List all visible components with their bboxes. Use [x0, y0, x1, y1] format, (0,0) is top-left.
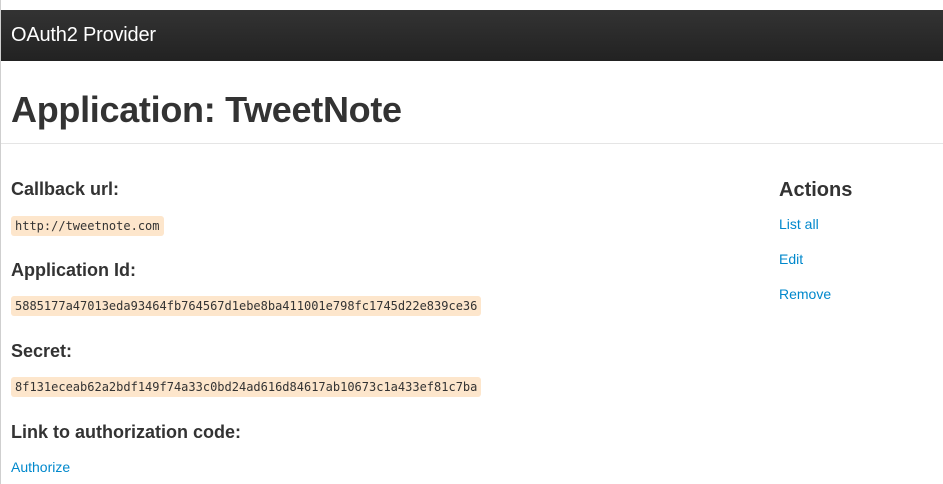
remove-link[interactable]: Remove [779, 285, 831, 303]
application-id-label: Application Id: [11, 260, 136, 280]
callback-url-label: Callback url: [11, 179, 120, 199]
brand-link[interactable]: OAuth2 Provider [11, 22, 156, 48]
list-all-link[interactable]: List all [779, 215, 819, 233]
edit-link[interactable]: Edit [779, 250, 803, 268]
navbar: OAuth2 Provider [1, 10, 943, 61]
application-id-value: 5885177a47013eda93464fb764567d1ebe8ba411… [11, 296, 482, 316]
page-header: Application: TweetNote [1, 78, 943, 144]
page: OAuth2 Provider Application: TweetNote C… [0, 0, 943, 484]
page-title: Application: TweetNote [11, 89, 402, 130]
authorize-link[interactable]: Authorize [11, 458, 70, 476]
secret-value: 8f131eceab62a2bdf149f74a33c0bd24ad616d84… [11, 377, 482, 397]
secret-label: Secret: [11, 341, 73, 361]
callback-url-value: http://tweetnote.com [11, 216, 164, 236]
authorization-link-label: Link to authorization code: [11, 422, 241, 442]
actions-heading: Actions [779, 179, 853, 201]
